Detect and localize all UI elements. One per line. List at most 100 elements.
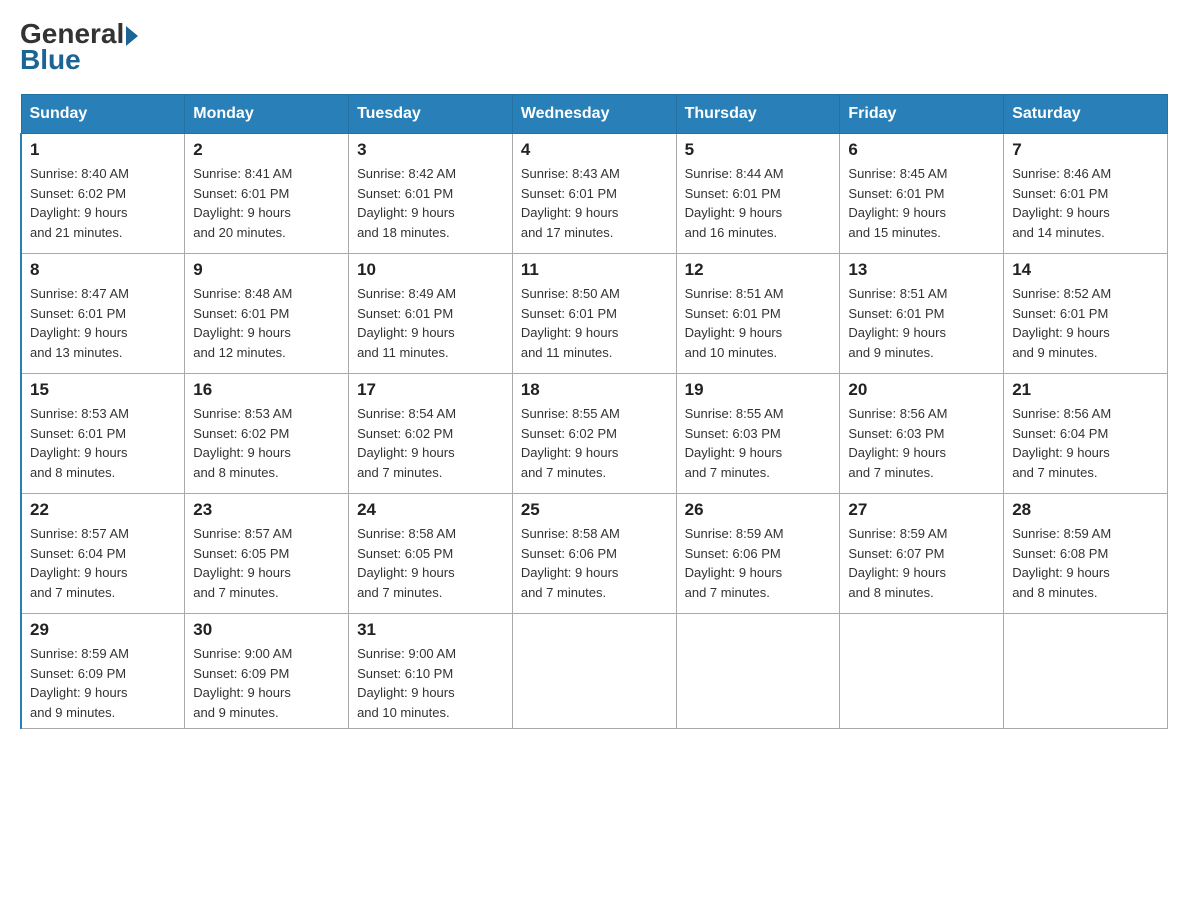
header-friday: Friday — [840, 95, 1004, 134]
calendar-cell: 6 Sunrise: 8:45 AMSunset: 6:01 PMDayligh… — [840, 134, 1004, 254]
day-number: 2 — [193, 140, 340, 160]
day-info: Sunrise: 8:56 AMSunset: 6:04 PMDaylight:… — [1012, 404, 1159, 482]
day-number: 9 — [193, 260, 340, 280]
day-number: 7 — [1012, 140, 1159, 160]
calendar-cell: 10 Sunrise: 8:49 AMSunset: 6:01 PMDaylig… — [349, 254, 513, 374]
day-number: 15 — [30, 380, 176, 400]
day-number: 17 — [357, 380, 504, 400]
calendar-cell: 20 Sunrise: 8:56 AMSunset: 6:03 PMDaylig… — [840, 374, 1004, 494]
day-info: Sunrise: 9:00 AMSunset: 6:10 PMDaylight:… — [357, 644, 504, 722]
day-number: 4 — [521, 140, 668, 160]
calendar-cell: 31 Sunrise: 9:00 AMSunset: 6:10 PMDaylig… — [349, 614, 513, 729]
day-info: Sunrise: 8:51 AMSunset: 6:01 PMDaylight:… — [685, 284, 832, 362]
logo-arrow-icon — [126, 26, 138, 46]
day-info: Sunrise: 8:58 AMSunset: 6:05 PMDaylight:… — [357, 524, 504, 602]
day-number: 30 — [193, 620, 340, 640]
calendar-cell: 14 Sunrise: 8:52 AMSunset: 6:01 PMDaylig… — [1004, 254, 1168, 374]
day-info: Sunrise: 8:57 AMSunset: 6:05 PMDaylight:… — [193, 524, 340, 602]
calendar-cell: 5 Sunrise: 8:44 AMSunset: 6:01 PMDayligh… — [676, 134, 840, 254]
calendar-cell: 16 Sunrise: 8:53 AMSunset: 6:02 PMDaylig… — [185, 374, 349, 494]
calendar-header-row: SundayMondayTuesdayWednesdayThursdayFrid… — [21, 95, 1168, 134]
day-number: 20 — [848, 380, 995, 400]
day-info: Sunrise: 8:59 AMSunset: 6:09 PMDaylight:… — [30, 644, 176, 722]
calendar-cell: 24 Sunrise: 8:58 AMSunset: 6:05 PMDaylig… — [349, 494, 513, 614]
header-wednesday: Wednesday — [512, 95, 676, 134]
day-number: 31 — [357, 620, 504, 640]
day-info: Sunrise: 8:59 AMSunset: 6:07 PMDaylight:… — [848, 524, 995, 602]
day-number: 5 — [685, 140, 832, 160]
calendar-week-row: 1 Sunrise: 8:40 AMSunset: 6:02 PMDayligh… — [21, 134, 1168, 254]
day-info: Sunrise: 8:55 AMSunset: 6:02 PMDaylight:… — [521, 404, 668, 482]
day-info: Sunrise: 8:48 AMSunset: 6:01 PMDaylight:… — [193, 284, 340, 362]
calendar-cell: 12 Sunrise: 8:51 AMSunset: 6:01 PMDaylig… — [676, 254, 840, 374]
calendar-cell: 28 Sunrise: 8:59 AMSunset: 6:08 PMDaylig… — [1004, 494, 1168, 614]
calendar-cell — [840, 614, 1004, 729]
day-number: 12 — [685, 260, 832, 280]
calendar-week-row: 8 Sunrise: 8:47 AMSunset: 6:01 PMDayligh… — [21, 254, 1168, 374]
calendar-cell: 29 Sunrise: 8:59 AMSunset: 6:09 PMDaylig… — [21, 614, 185, 729]
day-info: Sunrise: 8:46 AMSunset: 6:01 PMDaylight:… — [1012, 164, 1159, 242]
day-number: 1 — [30, 140, 176, 160]
logo: General Blue — [20, 20, 138, 74]
day-info: Sunrise: 8:55 AMSunset: 6:03 PMDaylight:… — [685, 404, 832, 482]
day-info: Sunrise: 8:47 AMSunset: 6:01 PMDaylight:… — [30, 284, 176, 362]
day-number: 3 — [357, 140, 504, 160]
calendar-cell: 3 Sunrise: 8:42 AMSunset: 6:01 PMDayligh… — [349, 134, 513, 254]
calendar-cell — [1004, 614, 1168, 729]
calendar-cell: 8 Sunrise: 8:47 AMSunset: 6:01 PMDayligh… — [21, 254, 185, 374]
day-number: 24 — [357, 500, 504, 520]
day-number: 13 — [848, 260, 995, 280]
day-number: 10 — [357, 260, 504, 280]
day-number: 28 — [1012, 500, 1159, 520]
day-info: Sunrise: 8:52 AMSunset: 6:01 PMDaylight:… — [1012, 284, 1159, 362]
calendar-cell — [676, 614, 840, 729]
day-info: Sunrise: 8:59 AMSunset: 6:06 PMDaylight:… — [685, 524, 832, 602]
calendar-table: SundayMondayTuesdayWednesdayThursdayFrid… — [20, 94, 1168, 729]
header-monday: Monday — [185, 95, 349, 134]
header-sunday: Sunday — [21, 95, 185, 134]
calendar-cell: 25 Sunrise: 8:58 AMSunset: 6:06 PMDaylig… — [512, 494, 676, 614]
calendar-cell: 9 Sunrise: 8:48 AMSunset: 6:01 PMDayligh… — [185, 254, 349, 374]
day-number: 26 — [685, 500, 832, 520]
day-info: Sunrise: 8:42 AMSunset: 6:01 PMDaylight:… — [357, 164, 504, 242]
day-number: 27 — [848, 500, 995, 520]
calendar-cell: 17 Sunrise: 8:54 AMSunset: 6:02 PMDaylig… — [349, 374, 513, 494]
day-info: Sunrise: 8:53 AMSunset: 6:01 PMDaylight:… — [30, 404, 176, 482]
header-tuesday: Tuesday — [349, 95, 513, 134]
day-number: 23 — [193, 500, 340, 520]
day-info: Sunrise: 8:59 AMSunset: 6:08 PMDaylight:… — [1012, 524, 1159, 602]
calendar-cell: 13 Sunrise: 8:51 AMSunset: 6:01 PMDaylig… — [840, 254, 1004, 374]
day-info: Sunrise: 8:57 AMSunset: 6:04 PMDaylight:… — [30, 524, 176, 602]
calendar-week-row: 15 Sunrise: 8:53 AMSunset: 6:01 PMDaylig… — [21, 374, 1168, 494]
day-number: 29 — [30, 620, 176, 640]
day-number: 19 — [685, 380, 832, 400]
calendar-cell: 15 Sunrise: 8:53 AMSunset: 6:01 PMDaylig… — [21, 374, 185, 494]
day-info: Sunrise: 8:58 AMSunset: 6:06 PMDaylight:… — [521, 524, 668, 602]
day-number: 8 — [30, 260, 176, 280]
day-number: 16 — [193, 380, 340, 400]
calendar-cell: 18 Sunrise: 8:55 AMSunset: 6:02 PMDaylig… — [512, 374, 676, 494]
calendar-cell — [512, 614, 676, 729]
calendar-week-row: 22 Sunrise: 8:57 AMSunset: 6:04 PMDaylig… — [21, 494, 1168, 614]
day-number: 22 — [30, 500, 176, 520]
calendar-cell: 23 Sunrise: 8:57 AMSunset: 6:05 PMDaylig… — [185, 494, 349, 614]
day-number: 11 — [521, 260, 668, 280]
calendar-cell: 7 Sunrise: 8:46 AMSunset: 6:01 PMDayligh… — [1004, 134, 1168, 254]
day-info: Sunrise: 8:44 AMSunset: 6:01 PMDaylight:… — [685, 164, 832, 242]
calendar-cell: 11 Sunrise: 8:50 AMSunset: 6:01 PMDaylig… — [512, 254, 676, 374]
calendar-cell: 2 Sunrise: 8:41 AMSunset: 6:01 PMDayligh… — [185, 134, 349, 254]
day-info: Sunrise: 8:49 AMSunset: 6:01 PMDaylight:… — [357, 284, 504, 362]
calendar-cell: 30 Sunrise: 9:00 AMSunset: 6:09 PMDaylig… — [185, 614, 349, 729]
day-info: Sunrise: 8:51 AMSunset: 6:01 PMDaylight:… — [848, 284, 995, 362]
header-saturday: Saturday — [1004, 95, 1168, 134]
day-info: Sunrise: 8:50 AMSunset: 6:01 PMDaylight:… — [521, 284, 668, 362]
day-number: 6 — [848, 140, 995, 160]
day-info: Sunrise: 8:43 AMSunset: 6:01 PMDaylight:… — [521, 164, 668, 242]
day-info: Sunrise: 9:00 AMSunset: 6:09 PMDaylight:… — [193, 644, 340, 722]
calendar-cell: 1 Sunrise: 8:40 AMSunset: 6:02 PMDayligh… — [21, 134, 185, 254]
day-info: Sunrise: 8:53 AMSunset: 6:02 PMDaylight:… — [193, 404, 340, 482]
day-number: 18 — [521, 380, 668, 400]
logo-blue-text: Blue — [20, 46, 81, 74]
day-number: 21 — [1012, 380, 1159, 400]
calendar-cell: 22 Sunrise: 8:57 AMSunset: 6:04 PMDaylig… — [21, 494, 185, 614]
